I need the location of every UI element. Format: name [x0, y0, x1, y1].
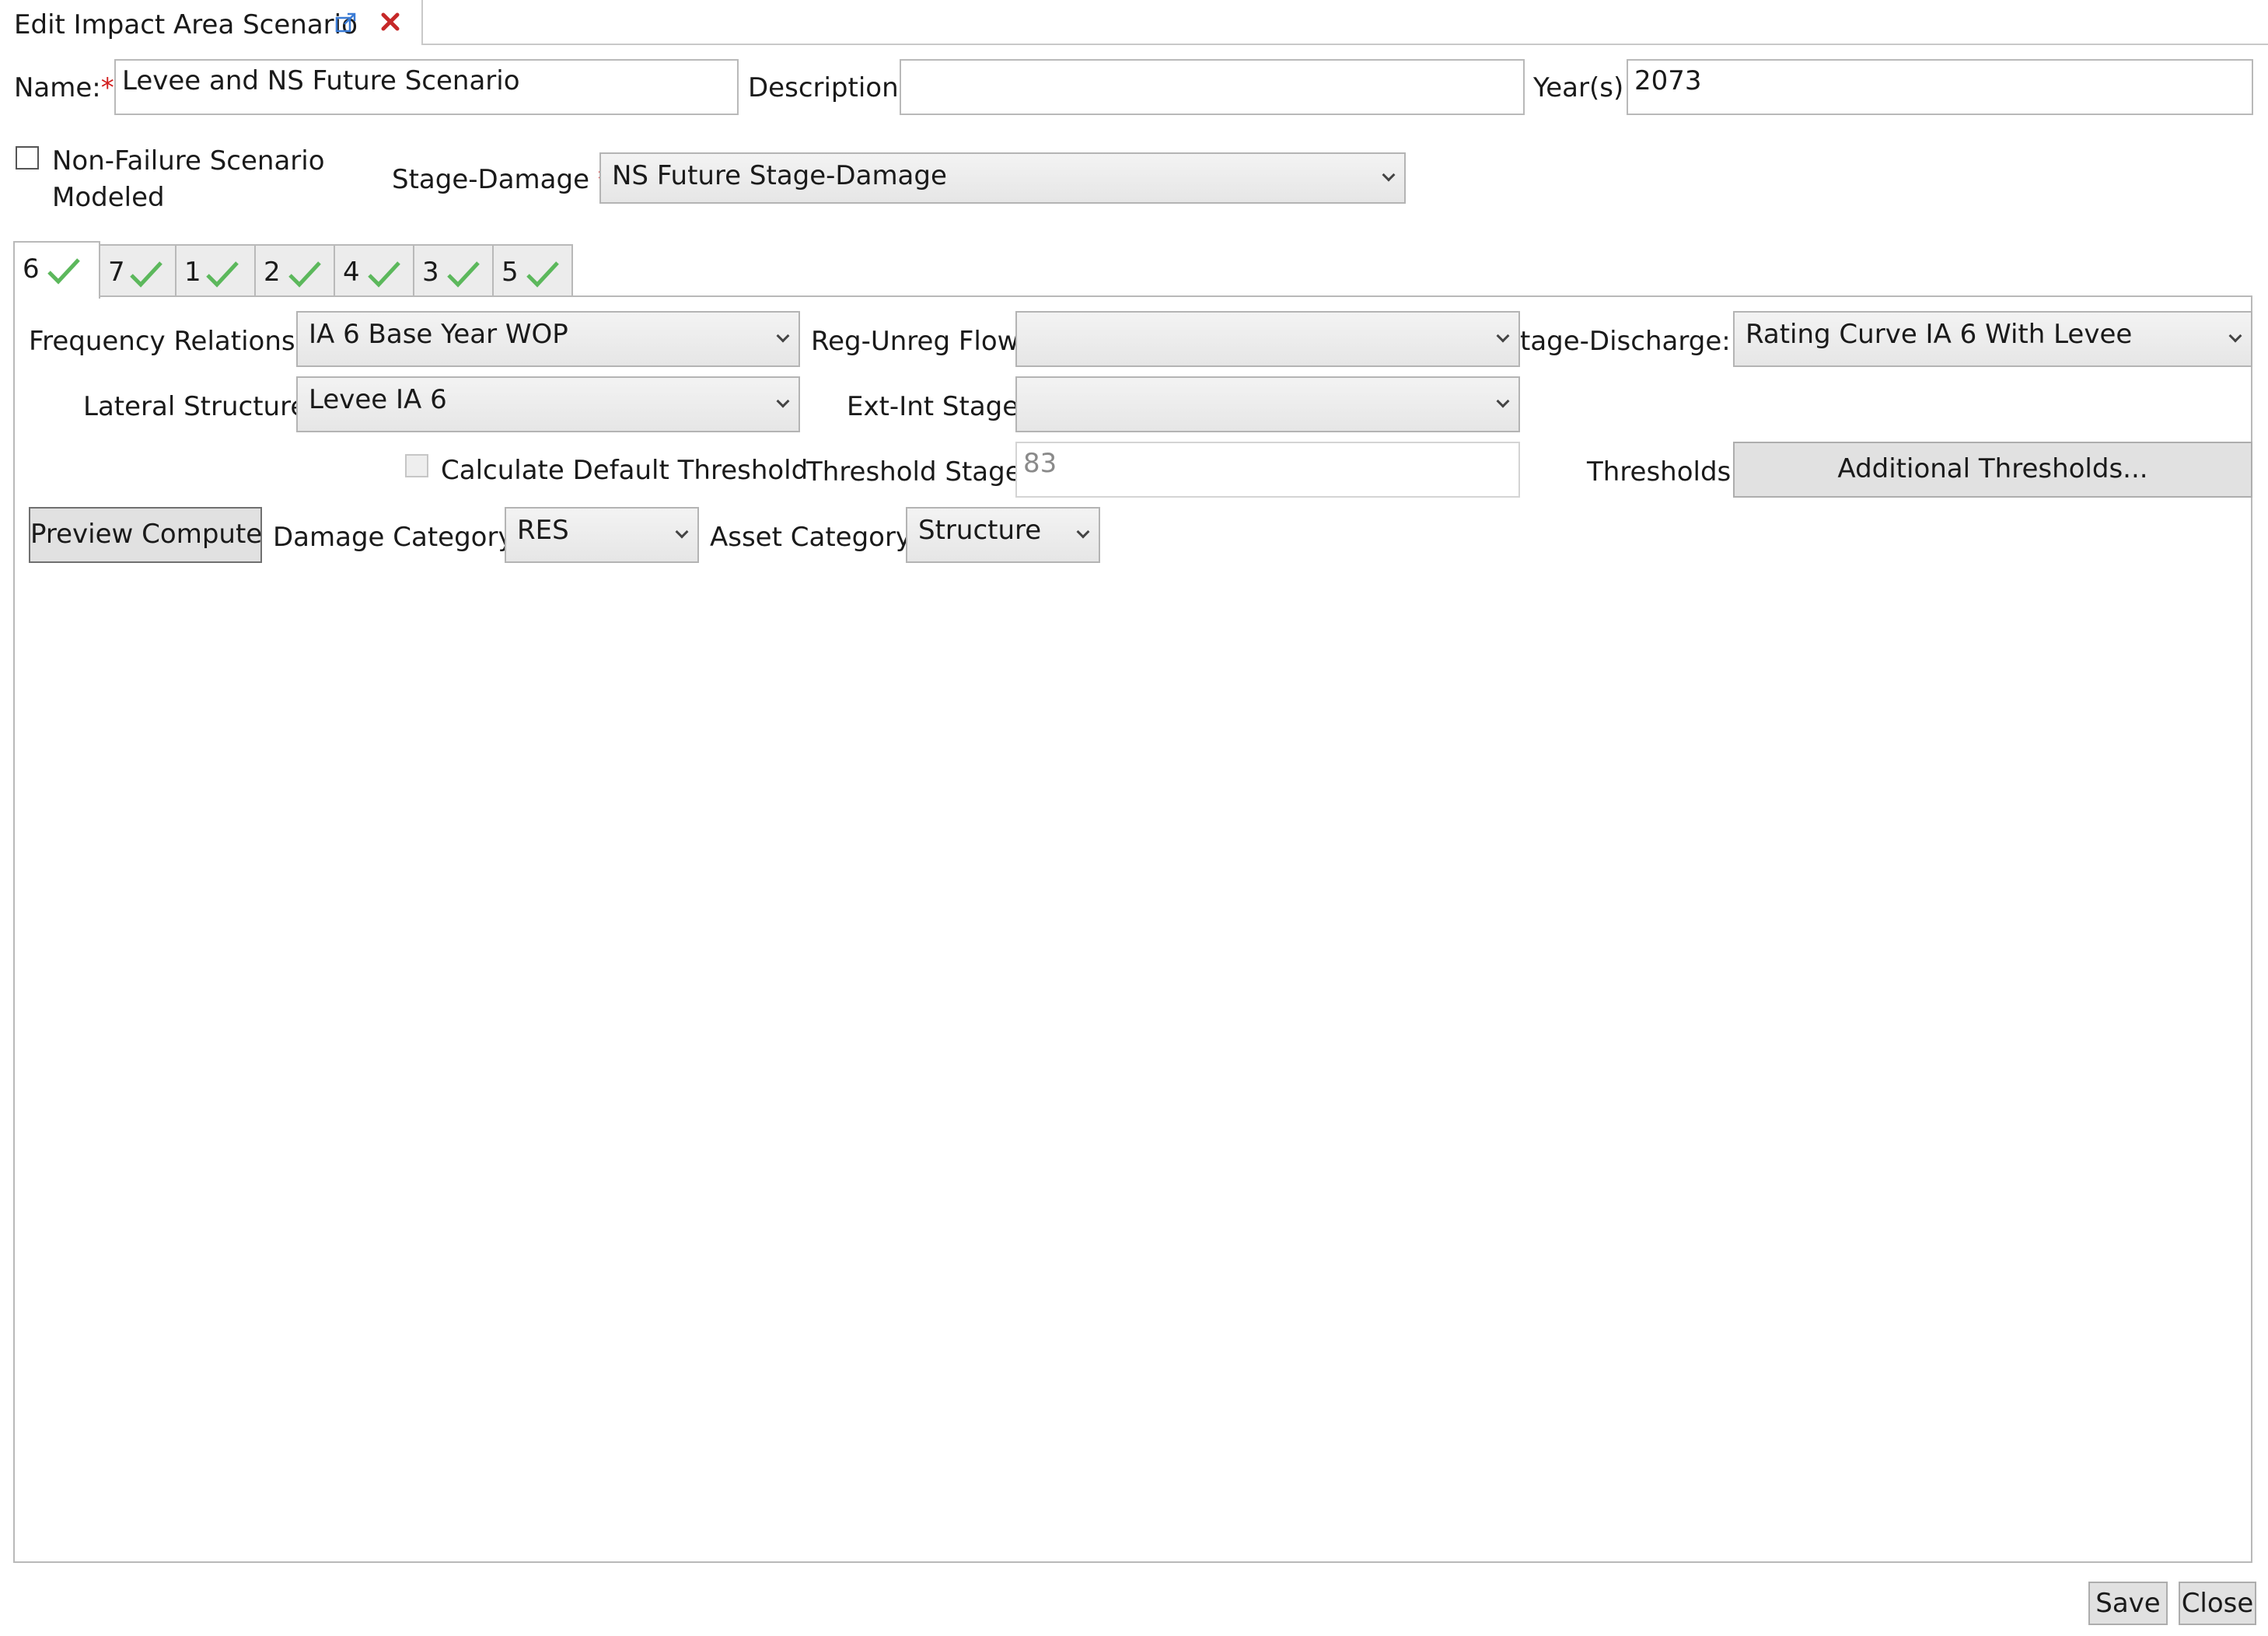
- non-failure-label-line1: Non-Failure Scenario: [52, 145, 325, 177]
- lateral-structure-value: Levee IA 6: [309, 384, 447, 415]
- tab-label: 5: [501, 257, 519, 288]
- chevron-down-icon: [1076, 525, 1090, 539]
- tab-label: 1: [184, 257, 201, 288]
- tab-3[interactable]: 3: [413, 244, 494, 297]
- tab-label: 6: [23, 253, 40, 285]
- stage-discharge-value: Rating Curve IA 6 With Levee: [1746, 319, 2133, 350]
- titlebar-divider: [421, 44, 2268, 45]
- stage-discharge-select[interactable]: Rating Curve IA 6 With Levee: [1733, 311, 2252, 367]
- reg-unreg-flow-select[interactable]: [1015, 311, 1520, 367]
- asset-category-label: Asset Category:: [710, 522, 919, 553]
- checkmark-icon: [526, 261, 559, 288]
- frequency-relations-select[interactable]: IA 6 Base Year WOP: [296, 311, 800, 367]
- name-label: Name:*: [14, 72, 114, 103]
- threshold-stage-label: Threshold Stage:: [806, 456, 1031, 488]
- stage-damage-value: NS Future Stage-Damage: [612, 160, 947, 191]
- tab-7[interactable]: 7: [99, 244, 176, 297]
- chevron-down-icon: [776, 329, 790, 343]
- years-input[interactable]: 2073: [1627, 59, 2253, 115]
- frequency-relations-label: Frequency Relations*: [29, 326, 309, 357]
- chevron-down-icon: [1496, 394, 1510, 408]
- calculate-default-threshold-checkbox[interactable]: [405, 454, 428, 477]
- checkmark-icon: [368, 261, 400, 288]
- tab-2[interactable]: 2: [254, 244, 335, 297]
- non-failure-checkbox[interactable]: [16, 146, 39, 170]
- tab-5[interactable]: 5: [492, 244, 573, 297]
- calculate-default-threshold-label: Calculate Default Threshold: [441, 455, 809, 486]
- name-input[interactable]: Levee and NS Future Scenario: [114, 59, 739, 115]
- ext-int-stage-select[interactable]: [1015, 376, 1520, 432]
- checkmark-icon: [130, 261, 162, 288]
- stage-discharge-label: tage-Discharge: *: [1520, 326, 1753, 357]
- preview-compute-button[interactable]: Preview Compute: [29, 507, 262, 563]
- required-marker: *: [100, 72, 114, 103]
- tab-label: 7: [108, 257, 125, 288]
- chevron-down-icon: [1382, 168, 1396, 182]
- ext-int-stage-label: Ext-Int Stage:: [847, 391, 1028, 422]
- additional-thresholds-button[interactable]: Additional Thresholds...: [1733, 442, 2252, 498]
- lateral-structure-label: Lateral Structure:: [83, 391, 316, 422]
- years-label: Year(s):: [1533, 72, 1633, 103]
- chevron-down-icon: [776, 394, 790, 408]
- close-button[interactable]: Close: [2179, 1582, 2256, 1625]
- tab-label: 3: [422, 257, 439, 288]
- close-x-icon[interactable]: [379, 11, 401, 33]
- chevron-down-icon: [1496, 329, 1510, 343]
- tab-6[interactable]: 6: [13, 241, 100, 299]
- tab-label: 2: [264, 257, 281, 288]
- threshold-stage-input[interactable]: 83: [1015, 442, 1520, 498]
- reg-unreg-flow-label: Reg-Unreg Flow: [811, 326, 1019, 357]
- stage-damage-label: Stage-Damage *: [392, 164, 611, 195]
- non-failure-label-line2: Modeled: [52, 182, 165, 213]
- damage-category-value: RES: [517, 515, 569, 546]
- asset-category-select[interactable]: Structure: [906, 507, 1100, 563]
- checkmark-icon: [206, 261, 239, 288]
- damage-category-select[interactable]: RES: [505, 507, 699, 563]
- save-button[interactable]: Save: [2088, 1582, 2168, 1625]
- chevron-down-icon: [675, 525, 689, 539]
- window-title: Edit Impact Area Scenario: [14, 9, 358, 40]
- checkmark-icon: [47, 258, 80, 285]
- damage-category-label: Damage Category:: [273, 522, 521, 553]
- description-input[interactable]: [900, 59, 1525, 115]
- checkmark-icon: [447, 261, 480, 288]
- lateral-structure-select[interactable]: Levee IA 6: [296, 376, 800, 432]
- stage-damage-select[interactable]: NS Future Stage-Damage: [599, 152, 1406, 204]
- tab-1[interactable]: 1: [175, 244, 256, 297]
- document-tab[interactable]: Edit Impact Area Scenario: [0, 0, 423, 45]
- description-label: Description:: [748, 72, 908, 103]
- tab-panel: Frequency Relations* IA 6 Base Year WOP …: [13, 295, 2252, 1563]
- chevron-down-icon: [2228, 329, 2242, 343]
- popout-icon[interactable]: [334, 11, 358, 34]
- asset-category-value: Structure: [918, 515, 1042, 546]
- frequency-relations-value: IA 6 Base Year WOP: [309, 319, 568, 350]
- tab-4[interactable]: 4: [334, 244, 414, 297]
- thresholds-label: Thresholds:: [1587, 456, 1740, 488]
- checkmark-icon: [288, 261, 321, 288]
- tab-label: 4: [343, 257, 360, 288]
